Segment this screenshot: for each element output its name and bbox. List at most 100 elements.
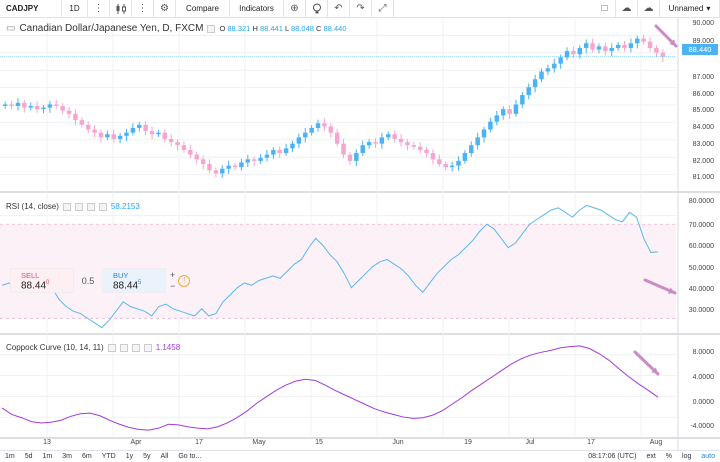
cloud-icon[interactable]: ☁ [616, 0, 638, 18]
candle-body [47, 104, 53, 108]
candle-body [462, 153, 468, 161]
range-button[interactable]: 6m [77, 453, 97, 460]
candle-body [430, 153, 436, 160]
candle-body [469, 145, 474, 154]
candle-body [475, 137, 480, 146]
warning-icon[interactable]: ! [178, 274, 191, 287]
gear-icon[interactable]: ⚙ [154, 0, 176, 18]
candle-body [366, 142, 372, 146]
candle-body [635, 38, 640, 44]
candle-body [207, 164, 212, 171]
candles-icon[interactable] [110, 0, 132, 18]
more-icon[interactable]: ⋮ [132, 0, 154, 18]
candle-body [564, 51, 570, 58]
candle-body [539, 71, 544, 80]
plus-button[interactable]: + [170, 270, 175, 281]
candle-body [175, 142, 180, 146]
candle-body [194, 154, 199, 160]
candle-body [520, 95, 525, 105]
coppock-value: 1.1458 [155, 343, 181, 352]
range-button[interactable]: 5d [20, 453, 38, 460]
gear-icon[interactable] [74, 202, 83, 211]
layout-name-button[interactable]: Unnamed ▾ [660, 0, 720, 18]
candle-body [130, 127, 136, 133]
candle-body [583, 43, 589, 48]
log-toggle[interactable]: log [677, 453, 696, 460]
interval-button[interactable]: 1D [62, 0, 88, 18]
compare-button[interactable]: Compare [176, 0, 230, 18]
range-button[interactable]: 1y [121, 453, 138, 460]
candle-body [405, 142, 410, 146]
candle-body [220, 168, 225, 174]
trade-panel: SELL 88.440 0.5 BUY 88.445 + − ! [10, 268, 196, 293]
candle-body [354, 153, 359, 161]
candle-body [481, 129, 487, 138]
eye-icon[interactable] [207, 24, 216, 33]
candle-body [296, 137, 302, 144]
bottom-bar: 1m 5d 1m 3m 6m YTD 1y 5y All Go to... 08… [0, 450, 720, 462]
chart-area[interactable]: ▭ Canadian Dollar/Japanese Yen, D, FXCM … [0, 18, 720, 450]
eye-icon[interactable] [107, 343, 116, 352]
rsi-axis-label: 30.0000 [688, 307, 714, 314]
range-button[interactable]: All [156, 453, 174, 460]
minus-button[interactable]: − [170, 281, 175, 292]
indicators-button[interactable]: Indicators [230, 0, 284, 18]
range-button[interactable]: 5y [138, 453, 155, 460]
auto-toggle[interactable]: auto [696, 453, 720, 460]
clock-label[interactable]: 08:17:06 (UTC) [583, 453, 641, 460]
cloud-save-icon[interactable]: ☁ [638, 0, 660, 18]
percent-toggle[interactable]: % [661, 453, 677, 460]
candle-body [251, 159, 257, 161]
close-icon[interactable] [131, 343, 140, 352]
close-icon[interactable] [86, 202, 95, 211]
eye-icon[interactable] [62, 202, 71, 211]
candle-body [290, 143, 295, 149]
candle-body [334, 132, 340, 144]
chart-canvas[interactable] [0, 18, 720, 450]
candle-body [124, 132, 129, 136]
interval-label: 1D [69, 4, 80, 13]
time-axis-label: 19 [464, 439, 472, 446]
candle-body [603, 46, 608, 52]
candle-body [488, 121, 493, 130]
range-button[interactable]: 3m [57, 453, 77, 460]
coppock-label: Coppock Curve (10, 14, 11) [6, 343, 104, 352]
redo-icon[interactable]: ↷ [350, 0, 372, 18]
symbol-search[interactable]: CADJPY [0, 0, 62, 18]
collapse-icon[interactable]: ▭ [6, 23, 15, 34]
sell-label: SELL [21, 271, 40, 280]
price-axis-label: 86.000 [692, 91, 714, 98]
quantity-stepper[interactable]: + − [170, 270, 175, 292]
rsi-axis-label: 80.0000 [688, 198, 714, 205]
candle-body [411, 145, 417, 147]
more-icon[interactable] [98, 202, 107, 211]
candle-body [271, 149, 276, 155]
lightbulb-icon[interactable] [306, 0, 328, 18]
gear-icon[interactable] [119, 343, 128, 352]
range-button[interactable]: YTD [97, 453, 121, 460]
fullscreen-icon[interactable]: ⤢ [372, 0, 394, 18]
candle-body [2, 104, 8, 106]
rsi-value: 58.2153 [110, 202, 140, 211]
buy-button[interactable]: BUY 88.445 [102, 268, 166, 293]
undo-icon[interactable]: ↶ [328, 0, 350, 18]
goto-button[interactable]: Go to... [173, 453, 206, 460]
square-icon[interactable]: □ [594, 0, 616, 18]
more-icon[interactable] [143, 343, 152, 352]
price-axis-label: 90.000 [692, 20, 714, 27]
sell-button[interactable]: SELL 88.440 [10, 268, 74, 293]
candle-body [54, 104, 59, 106]
candle-body [156, 132, 161, 135]
range-button[interactable]: 1m [0, 453, 20, 460]
candle-body [443, 164, 448, 168]
candle-body [373, 142, 378, 144]
more-icon[interactable]: ⋮ [88, 0, 110, 18]
candle-body [526, 87, 531, 96]
price-axis-label: 84.000 [692, 124, 714, 131]
candle-body [98, 132, 104, 138]
range-button[interactable]: 1m [38, 453, 58, 460]
candle-body [309, 127, 314, 133]
add-alert-icon[interactable]: ⊕ [284, 0, 306, 18]
ext-toggle[interactable]: ext [641, 453, 660, 460]
candle-body [41, 107, 46, 110]
